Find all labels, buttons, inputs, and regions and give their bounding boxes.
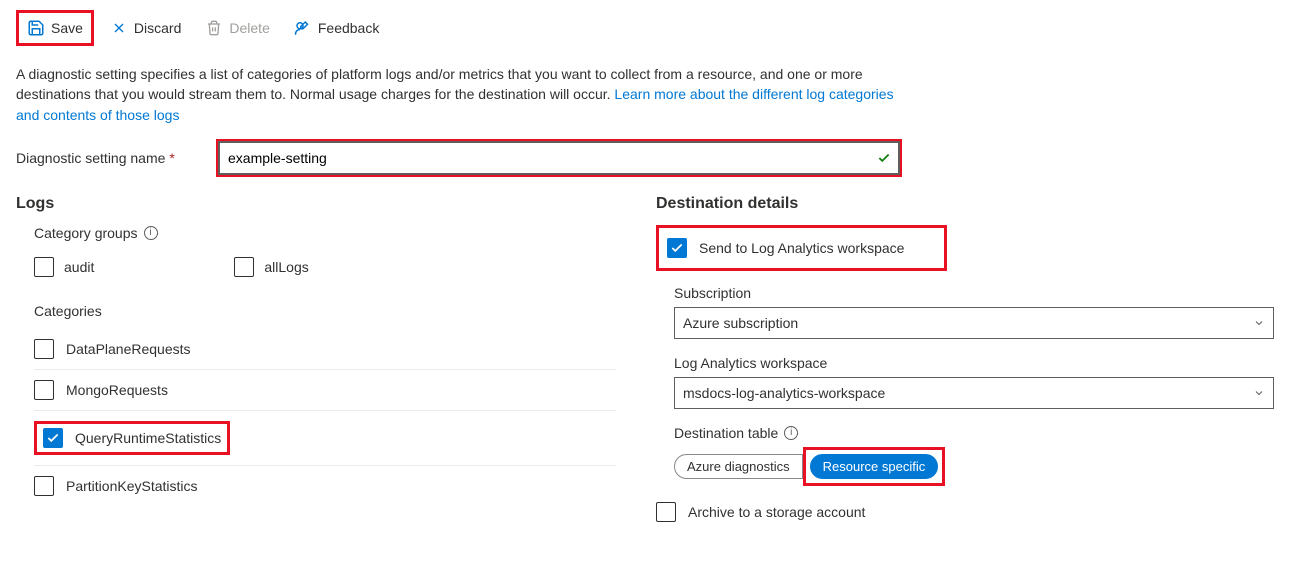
checkbox-box-audit[interactable] (34, 257, 54, 277)
valid-check-icon (877, 151, 891, 165)
checkbox-box-mongo[interactable] (34, 380, 54, 400)
close-icon (110, 19, 128, 37)
save-label: Save (51, 20, 83, 36)
subscription-label: Subscription (674, 285, 1300, 301)
archive-label: Archive to a storage account (688, 504, 865, 520)
chevron-down-icon (1253, 317, 1265, 329)
categories-label: Categories (34, 303, 616, 319)
subscription-block: Subscription Azure subscription (674, 285, 1300, 339)
categories-text: Categories (34, 303, 102, 319)
required-star: * (169, 150, 174, 166)
dest-table-block: Destination table i Azure diagnostics Re… (674, 425, 1300, 486)
alllogs-label: allLogs (264, 259, 308, 275)
mongo-label: MongoRequests (66, 382, 168, 398)
save-highlight: Save (16, 10, 94, 46)
checkbox-alllogs[interactable]: allLogs (234, 251, 308, 283)
subscription-select[interactable]: Azure subscription (674, 307, 1274, 339)
logs-column: Logs Category groups i audit allLogs Cat… (16, 195, 616, 540)
setting-name-input[interactable] (219, 142, 899, 174)
pill-resource-highlight: Resource specific (803, 447, 946, 486)
dest-table-text: Destination table (674, 425, 778, 441)
pill-resource-specific[interactable]: Resource specific (810, 454, 939, 479)
sendla-highlight: Send to Log Analytics workspace (656, 225, 947, 271)
discard-label: Discard (134, 20, 181, 36)
qrs-highlight: QueryRuntimeStatistics (34, 421, 230, 455)
setting-name-label-text: Diagnostic setting name (16, 150, 165, 166)
category-groups-label: Category groups i (34, 225, 616, 241)
category-pks[interactable]: PartitionKeyStatistics (34, 466, 616, 506)
law-value: msdocs-log-analytics-workspace (683, 385, 885, 401)
setting-name-label: Diagnostic setting name* (16, 150, 216, 166)
category-groups-text: Category groups (34, 225, 138, 241)
destination-title: Destination details (656, 195, 1300, 213)
setting-name-container (219, 142, 899, 174)
checkbox-box-alllogs[interactable] (234, 257, 254, 277)
category-mongo[interactable]: MongoRequests (34, 370, 616, 411)
chevron-down-icon (1253, 387, 1265, 399)
destination-column: Destination details Send to Log Analytic… (656, 195, 1300, 540)
checkbox-audit[interactable]: audit (34, 251, 94, 283)
setting-name-highlight (216, 139, 902, 177)
save-icon (27, 19, 45, 37)
feedback-button[interactable]: Feedback (286, 13, 387, 43)
toolbar: Save Discard Delete Feedback (16, 10, 1300, 46)
logs-title: Logs (16, 195, 616, 213)
category-qrs-row: QueryRuntimeStatistics (34, 411, 616, 466)
checkbox-box-archive[interactable] (656, 502, 676, 522)
dest-table-label: Destination table i (674, 425, 1300, 441)
dest-table-toggle: Azure diagnostics Resource specific (674, 447, 1300, 486)
pill-azure-diagnostics[interactable]: Azure diagnostics (674, 454, 803, 479)
discard-button[interactable]: Discard (102, 13, 189, 43)
trash-icon (205, 19, 223, 37)
audit-label: audit (64, 259, 94, 275)
archive-row[interactable]: Archive to a storage account (656, 502, 1300, 522)
info-icon[interactable]: i (784, 426, 798, 440)
dataplane-label: DataPlaneRequests (66, 341, 191, 357)
subscription-value: Azure subscription (683, 315, 798, 331)
setting-name-row: Diagnostic setting name* (16, 139, 1300, 177)
checkbox-box-pks[interactable] (34, 476, 54, 496)
save-button[interactable]: Save (19, 13, 91, 43)
law-label: Log Analytics workspace (674, 355, 1300, 371)
info-icon[interactable]: i (144, 226, 158, 240)
category-dataplane[interactable]: DataPlaneRequests (34, 329, 616, 370)
checkbox-box-dataplane[interactable] (34, 339, 54, 359)
qrs-label: QueryRuntimeStatistics (75, 430, 221, 446)
sendla-label: Send to Log Analytics workspace (699, 240, 904, 256)
checkbox-box-qrs[interactable] (43, 428, 63, 448)
law-select[interactable]: msdocs-log-analytics-workspace (674, 377, 1274, 409)
delete-button: Delete (197, 13, 277, 43)
delete-label: Delete (229, 20, 269, 36)
feedback-icon (294, 19, 312, 37)
checkbox-box-sendla[interactable] (667, 238, 687, 258)
description-text: A diagnostic setting specifies a list of… (16, 64, 916, 125)
pks-label: PartitionKeyStatistics (66, 478, 198, 494)
feedback-label: Feedback (318, 20, 379, 36)
law-block: Log Analytics workspace msdocs-log-analy… (674, 355, 1300, 409)
